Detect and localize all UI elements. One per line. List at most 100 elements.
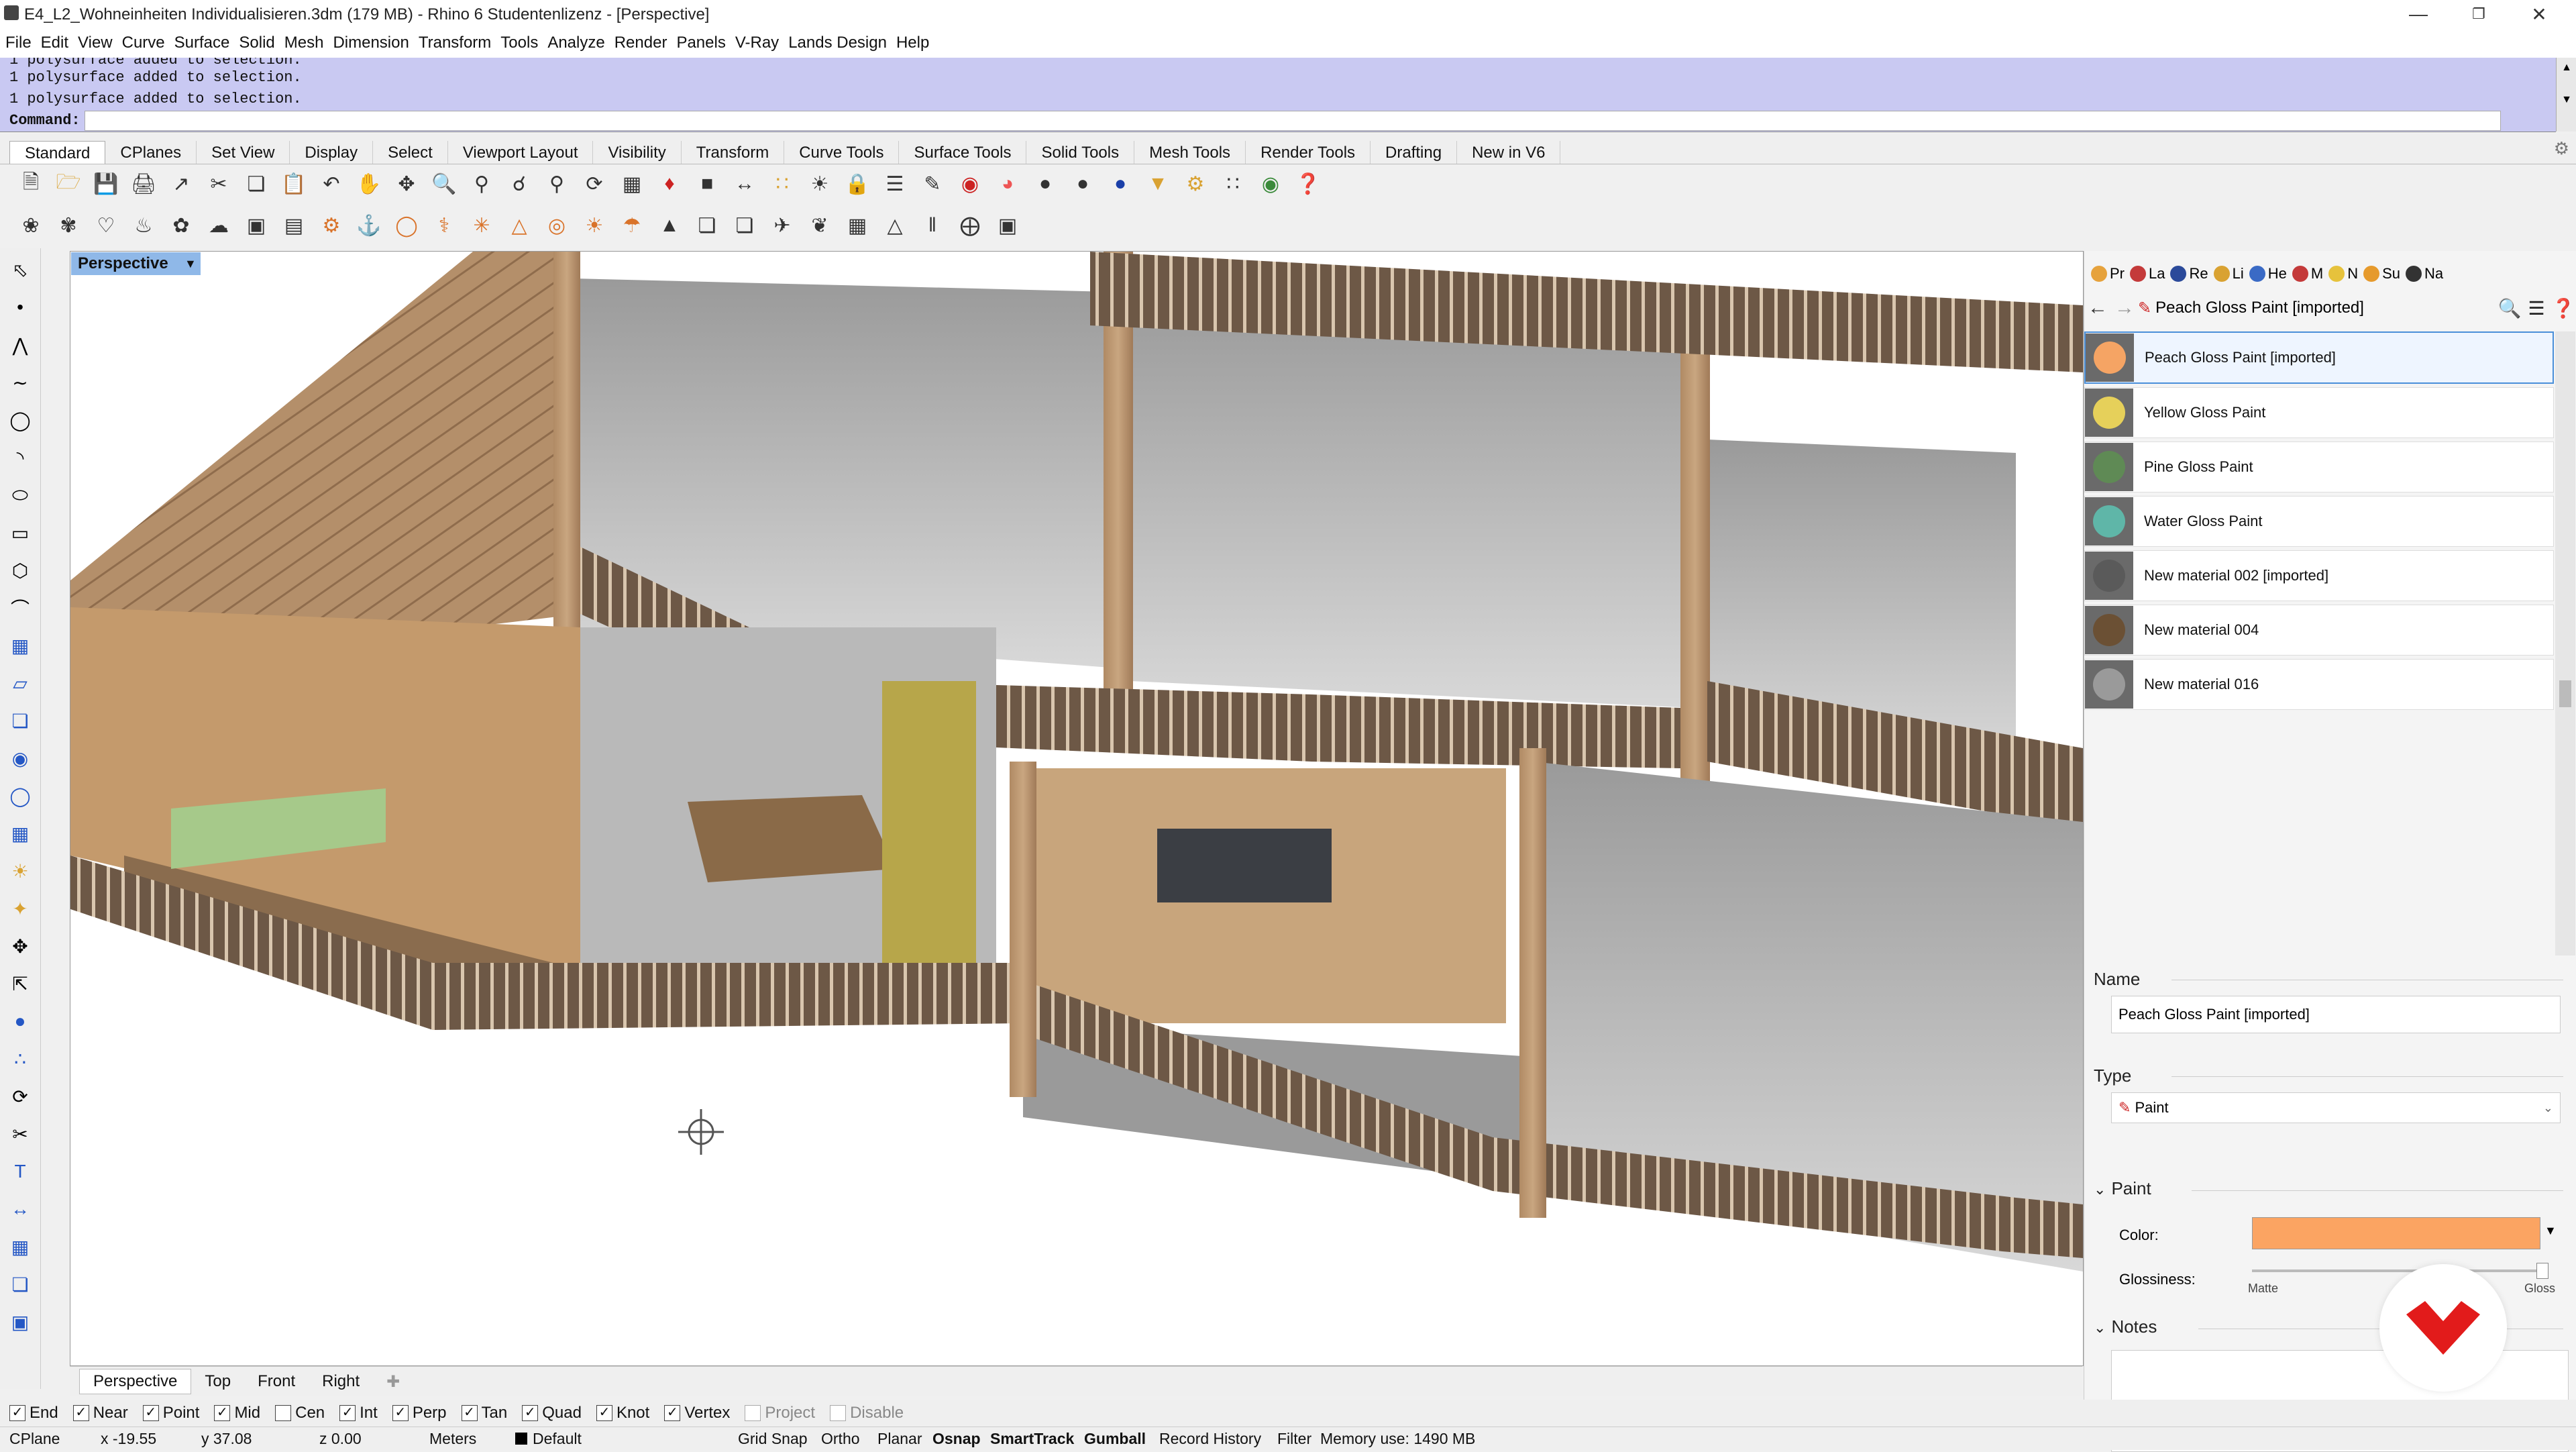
menu-surface[interactable]: Surface <box>174 34 230 52</box>
paste-icon[interactable]: 📋 <box>279 169 309 199</box>
analyze-icon[interactable]: ▣ <box>4 1306 36 1338</box>
material-list-scrollbar[interactable] <box>2555 331 2575 955</box>
search-icon[interactable]: 🔍 <box>2496 297 2523 319</box>
planter-icon[interactable]: ♨ <box>129 211 158 240</box>
copy-icon[interactable]: ❏ <box>241 169 271 199</box>
tab-visibility[interactable]: Visibility <box>593 141 682 164</box>
tab-drafting[interactable]: Drafting <box>1371 141 1458 164</box>
filter-toggle[interactable]: Filter <box>1277 1430 1311 1448</box>
osnap-checkbox[interactable]: ✓ <box>664 1405 681 1421</box>
open-folder-icon[interactable]: 🗁 <box>54 169 83 199</box>
command-input[interactable] <box>84 111 2501 131</box>
help-icon[interactable]: ❓ <box>1293 169 1323 199</box>
zoom-window-icon[interactable]: ⚲ <box>467 169 496 199</box>
osnap-checkbox[interactable]: ✓ <box>339 1405 356 1421</box>
ortho-toggle[interactable]: Ortho <box>821 1430 860 1448</box>
osnap-point[interactable]: ✓ Point <box>142 1404 199 1422</box>
command-scrollbar[interactable]: ▲ ▼ <box>2556 58 2576 132</box>
move-view-icon[interactable]: ✥ <box>392 169 421 199</box>
panel-tab-libraries[interactable]: Li <box>2213 265 2244 282</box>
perspective-viewport[interactable] <box>70 251 2084 1366</box>
menu-icon[interactable]: ☰ <box>2523 297 2550 319</box>
viewport-tab-perspective[interactable]: Perspective <box>79 1369 192 1394</box>
viewport-tab-front[interactable]: Front <box>244 1369 309 1394</box>
rectangle-icon[interactable]: ▭ <box>4 517 36 549</box>
material-item[interactable]: Water Gloss Paint <box>2084 496 2554 547</box>
zoom-icon[interactable]: 🔍 <box>429 169 459 199</box>
osnap-knot[interactable]: ✓ Knot <box>596 1404 649 1422</box>
menu-analyze[interactable]: Analyze <box>547 34 604 52</box>
undo-icon[interactable]: ↶ <box>317 169 346 199</box>
rock-icon[interactable]: △ <box>504 211 534 240</box>
dimension-icon[interactable]: ↔ <box>730 169 759 199</box>
grass-icon[interactable]: ✈ <box>767 211 797 240</box>
osnap-checkbox[interactable]: ✓ <box>214 1405 231 1421</box>
osnap-checkbox[interactable] <box>830 1405 847 1421</box>
smarttrack-toggle[interactable]: SmartTrack <box>990 1430 1074 1448</box>
surface-icon[interactable]: ▦ <box>4 629 36 662</box>
menu-tools[interactable]: Tools <box>500 34 538 52</box>
new-file-icon[interactable]: 🗎 <box>16 169 46 199</box>
select-arrow-icon[interactable]: ⬁ <box>4 254 36 286</box>
tab-select[interactable]: Select <box>373 141 448 164</box>
panel-tab-render[interactable]: Re <box>2170 265 2208 282</box>
osnap-checkbox[interactable]: ✓ <box>142 1405 159 1421</box>
forward-arrow-icon[interactable]: → <box>2111 297 2138 319</box>
cut-icon[interactable]: ✂ <box>204 169 233 199</box>
osnap-checkbox[interactable]: ✓ <box>522 1405 539 1421</box>
material-item[interactable]: Yellow Gloss Paint <box>2084 387 2554 438</box>
points-icon[interactable]: ∷ <box>767 169 797 199</box>
eraser-icon[interactable]: ■ <box>692 169 722 199</box>
tree-icon[interactable]: ✾ <box>54 211 83 240</box>
panel-tab-sun[interactable]: Su <box>2363 265 2400 282</box>
chevron-down-icon[interactable]: ⌄ <box>2094 1181 2106 1198</box>
water-icon[interactable]: ☂ <box>617 211 647 240</box>
glossiness-slider[interactable] <box>2252 1269 2547 1272</box>
osnap-int[interactable]: ✓ Int <box>339 1404 378 1422</box>
render-blue-sphere-icon[interactable]: ● <box>1106 169 1135 199</box>
menu-solid[interactable]: Solid <box>239 34 274 52</box>
panel-tab-materials[interactable]: M <box>2292 265 2323 282</box>
menu-transform[interactable]: Transform <box>419 34 491 52</box>
fence-icon[interactable]: ▦ <box>843 211 872 240</box>
frame-icon[interactable]: ▣ <box>993 211 1022 240</box>
osnap-vertex[interactable]: ✓ Vertex <box>664 1404 730 1422</box>
gear-icon[interactable]: ⚙ <box>2554 138 2569 159</box>
tab-solid-tools[interactable]: Solid Tools <box>1026 141 1135 164</box>
close-button[interactable]: ✕ <box>2502 0 2576 28</box>
menu-dimension[interactable]: Dimension <box>333 34 409 52</box>
target-icon[interactable]: ◎ <box>542 211 572 240</box>
panel-tab-help[interactable]: He <box>2249 265 2287 282</box>
panel-tab-properties[interactable]: Pr <box>2091 265 2125 282</box>
panel-tab-layers[interactable]: La <box>2130 265 2165 282</box>
rotate-icon[interactable]: ⟳ <box>4 1080 36 1112</box>
layer-icon[interactable]: ☰ <box>880 169 910 199</box>
material-name-field[interactable]: Peach Gloss Paint [imported] <box>2111 996 2561 1033</box>
bulb-icon[interactable]: ☀ <box>805 169 835 199</box>
menu-curve[interactable]: Curve <box>122 34 165 52</box>
osnap-disable[interactable]: Disable <box>830 1404 904 1422</box>
panel-tab-named-views[interactable]: Na <box>2406 265 2443 282</box>
tab-display[interactable]: Display <box>290 141 374 164</box>
navigation-icon[interactable]: ⨁ <box>955 211 985 240</box>
hedge-icon[interactable]: ✿ <box>166 211 196 240</box>
text-icon[interactable]: T <box>4 1155 36 1188</box>
wall-icon[interactable]: ‖ <box>918 211 947 240</box>
osnap-perp[interactable]: ✓ Perp <box>392 1404 447 1422</box>
cube-icon[interactable]: ❏ <box>692 211 722 240</box>
viewport-tab-top[interactable]: Top <box>191 1369 244 1394</box>
osnap-checkbox[interactable]: ✓ <box>392 1405 409 1421</box>
move-icon[interactable]: ✥ <box>4 930 36 962</box>
boolean-icon[interactable]: ◉ <box>4 742 36 774</box>
chevron-down-icon[interactable]: ⌄ <box>2094 1319 2106 1336</box>
color-dropdown-icon[interactable]: ▼ <box>2544 1224 2557 1238</box>
circle-icon[interactable]: ◯ <box>4 404 36 436</box>
print-icon[interactable]: 🖨 <box>129 169 158 199</box>
menu-file[interactable]: File <box>5 34 32 52</box>
zoom-selected-icon[interactable]: ⚲ <box>542 169 572 199</box>
material-item[interactable]: New material 016 <box>2084 659 2554 710</box>
mesh-icon[interactable]: ▦ <box>4 817 36 849</box>
tab-curve-tools[interactable]: Curve Tools <box>784 141 900 164</box>
material-item[interactable]: Pine Gloss Paint <box>2084 442 2554 492</box>
cplane-label[interactable]: CPlane <box>9 1430 60 1448</box>
